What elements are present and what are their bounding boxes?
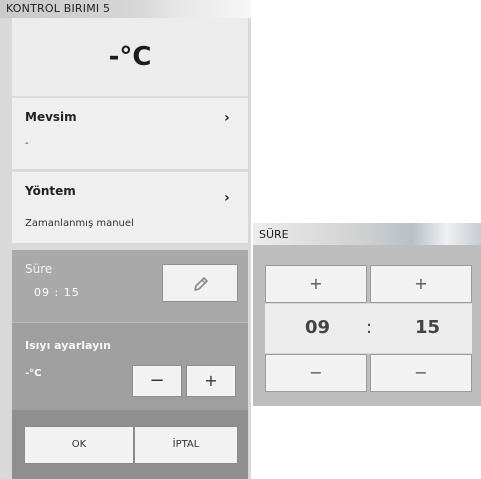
duration-value: 09 : 15 — [34, 286, 80, 299]
temperature-display: -°C — [12, 18, 248, 96]
season-row[interactable]: Mevsim › - — [12, 97, 248, 169]
chevron-right-icon: › — [224, 190, 230, 206]
method-row[interactable]: Yöntem › Zamanlanmış manuel — [12, 171, 248, 243]
hours-decrease-button[interactable]: − — [265, 354, 367, 392]
duration-section: Süre 09 : 15 — [12, 250, 248, 322]
panel-header: KONTROL BIRIMI 5 — [0, 0, 251, 18]
duration-picker-panel: SÜRE + + 09 : 15 − − — [253, 223, 481, 406]
edit-duration-button[interactable] — [162, 264, 238, 302]
decrease-temperature-button[interactable]: − — [132, 365, 182, 397]
method-label: Yöntem — [25, 184, 76, 198]
hours-value: 09 — [304, 317, 331, 338]
picker-body: + + 09 : 15 − − — [253, 245, 481, 406]
season-label: Mevsim — [25, 110, 77, 124]
time-separator: : — [365, 317, 373, 338]
minutes-value: 15 — [414, 317, 441, 338]
cancel-button[interactable]: İPTAL — [134, 426, 238, 464]
pencil-icon — [194, 277, 208, 291]
temperature-value: -°C — [108, 42, 152, 72]
chevron-right-icon: › — [224, 110, 230, 126]
panel-title: KONTROL BIRIMI 5 — [6, 2, 111, 15]
increase-temperature-button[interactable]: + — [186, 365, 236, 397]
picker-title: SÜRE — [259, 228, 289, 241]
time-display: 09 : 15 — [265, 303, 472, 354]
minutes-increase-button[interactable]: + — [370, 265, 472, 303]
hours-increase-button[interactable]: + — [265, 265, 367, 303]
method-value: Zamanlanmış manuel — [25, 218, 134, 229]
minutes-decrease-button[interactable]: − — [370, 354, 472, 392]
set-temperature-label: Isıyı ayarlayın — [25, 339, 111, 352]
set-temperature-section: Isıyı ayarlayın -°C − + — [12, 322, 248, 410]
ok-button[interactable]: OK — [24, 426, 134, 464]
picker-header: SÜRE — [253, 223, 481, 245]
action-bar: OK İPTAL — [12, 410, 248, 479]
season-value: - — [25, 138, 29, 149]
control-unit-panel: KONTROL BIRIMI 5 -°C Mevsim › - Yöntem ›… — [0, 0, 251, 479]
duration-label: Süre — [25, 262, 53, 276]
set-temperature-value: -°C — [25, 368, 42, 379]
